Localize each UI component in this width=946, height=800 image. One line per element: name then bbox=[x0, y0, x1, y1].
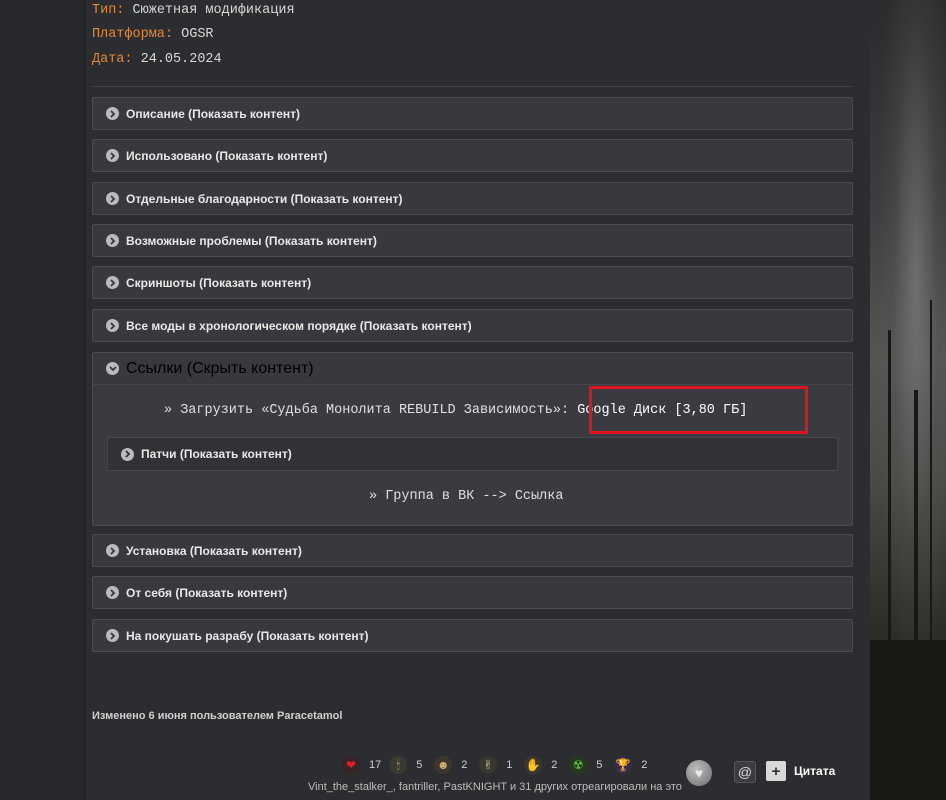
meta-platform-value: OGSR bbox=[181, 27, 214, 42]
meta-date-line: Дата: 24.05.2024 bbox=[92, 52, 222, 67]
meta-type-value: Сюжетная модификация bbox=[132, 3, 295, 18]
reaction-trophy[interactable]: 🏆 2 bbox=[614, 756, 651, 774]
spoiler-label: Патчи (Показать контент) bbox=[141, 447, 292, 461]
gesture-icon: ✋ bbox=[524, 756, 543, 774]
spoiler-label: Все моды в хронологическом порядке (Пока… bbox=[126, 318, 472, 333]
spoiler-thanks[interactable]: Отдельные благодарности (Показать контен… bbox=[92, 182, 853, 215]
spoiler-label: Использовано (Показать контент) bbox=[126, 148, 328, 163]
chevron-right-icon bbox=[106, 234, 119, 247]
divider bbox=[92, 86, 853, 87]
spoiler-header[interactable]: На покушать разрабу (Показать контент) bbox=[93, 620, 852, 651]
spoiler-header[interactable]: Скриншоты (Показать контент) bbox=[93, 267, 852, 298]
hands-icon: ✌ bbox=[479, 756, 498, 774]
trophy-icon: 🏆 bbox=[614, 756, 633, 774]
vk-group-link[interactable]: » Группа в ВК --> Ссылка bbox=[369, 489, 563, 504]
meta-type-label: Тип: bbox=[92, 3, 125, 18]
reaction-count: 1 bbox=[506, 759, 513, 771]
chevron-right-icon bbox=[106, 544, 119, 557]
spoiler-label: Установка (Показать контент) bbox=[126, 543, 302, 558]
spoiler-from-me[interactable]: От себя (Показать контент) bbox=[92, 576, 853, 609]
spoiler-header[interactable]: Все моды в хронологическом порядке (Пока… bbox=[93, 310, 852, 341]
meta-date-label: Дата: bbox=[92, 52, 133, 67]
spoiler-label: Возможные проблемы (Показать контент) bbox=[126, 233, 377, 248]
reaction-count: 2 bbox=[641, 759, 648, 771]
spoiler-header[interactable]: Установка (Показать контент) bbox=[93, 535, 852, 566]
spoiler-install[interactable]: Установка (Показать контент) bbox=[92, 534, 853, 567]
quote-button[interactable]: + Цитата bbox=[766, 761, 835, 781]
spoiler-label: От себя (Показать контент) bbox=[126, 585, 288, 600]
chevron-right-icon bbox=[106, 149, 119, 162]
like-button[interactable]: ♥ bbox=[686, 760, 712, 786]
meta-type-line: Тип: Сюжетная модификация bbox=[92, 3, 295, 18]
heart-icon: ❤ bbox=[342, 756, 360, 774]
spoiler-header[interactable]: Использовано (Показать контент) bbox=[93, 140, 852, 171]
meta-platform-line: Платформа: OGSR bbox=[92, 27, 214, 42]
google-drive-link[interactable]: Google Диск [3,80 ГБ] bbox=[577, 403, 747, 418]
spoiler-label: Скриншоты (Показать контент) bbox=[126, 275, 312, 290]
reaction-hands[interactable]: ✌ 1 bbox=[479, 756, 516, 774]
chevron-down-icon bbox=[106, 362, 119, 375]
reactions-bar: ❤ 17 🕯 5 ☻ 2 ✌ 1 ✋ 2 ☢ 5 🏆 2 bbox=[342, 756, 659, 774]
reacted-by-text[interactable]: Vint_the_stalker_, fantriller, PastKNIGH… bbox=[308, 781, 682, 793]
spoiler-label: Ссылки (Скрыть контент) bbox=[126, 359, 314, 377]
chevron-right-icon bbox=[106, 192, 119, 205]
candle-icon: 🕯 bbox=[389, 756, 408, 774]
reaction-candle[interactable]: 🕯 5 bbox=[389, 756, 426, 774]
reaction-gesture[interactable]: ✋ 2 bbox=[524, 756, 561, 774]
background-artwork bbox=[870, 0, 946, 800]
smile-icon: ☻ bbox=[434, 756, 453, 774]
chevron-right-icon bbox=[106, 319, 119, 332]
reaction-heart[interactable]: ❤ 17 bbox=[342, 756, 381, 774]
spoiler-header[interactable]: Отдельные благодарности (Показать контен… bbox=[93, 183, 852, 214]
heart-outline-icon: ♥ bbox=[694, 765, 704, 781]
reaction-count: 5 bbox=[416, 759, 423, 771]
reaction-smile[interactable]: ☻ 2 bbox=[434, 756, 471, 774]
chevron-right-icon bbox=[106, 276, 119, 289]
spoiler-description[interactable]: Описание (Показать контент) bbox=[92, 97, 853, 130]
chevron-right-icon bbox=[106, 107, 119, 120]
reaction-radiation[interactable]: ☢ 5 bbox=[569, 756, 606, 774]
spoiler-header[interactable]: Описание (Показать контент) bbox=[93, 98, 852, 129]
spoiler-patches[interactable]: Патчи (Показать контент) bbox=[107, 437, 838, 471]
plus-icon: + bbox=[766, 761, 786, 781]
chevron-right-icon bbox=[106, 629, 119, 642]
download-line: » Загрузить «Судьба Монолита REBUILD Зав… bbox=[164, 403, 747, 418]
edited-note: Изменено 6 июня пользователем Paracetamo… bbox=[92, 710, 343, 722]
meta-platform-label: Платформа: bbox=[92, 27, 174, 42]
quote-label: Цитата bbox=[794, 764, 836, 778]
meta-date-value: 24.05.2024 bbox=[140, 52, 222, 67]
spoiler-header[interactable]: От себя (Показать контент) bbox=[93, 577, 852, 608]
radiation-icon: ☢ bbox=[569, 756, 588, 774]
spoiler-header[interactable]: Возможные проблемы (Показать контент) bbox=[93, 225, 852, 256]
spoiler-label: На покушать разрабу (Показать контент) bbox=[126, 628, 369, 643]
spoiler-donate[interactable]: На покушать разрабу (Показать контент) bbox=[92, 619, 853, 652]
spoiler-screenshots[interactable]: Скриншоты (Показать контент) bbox=[92, 266, 853, 299]
chevron-right-icon bbox=[121, 447, 134, 461]
spoiler-label: Отдельные благодарности (Показать контен… bbox=[126, 191, 403, 206]
mention-button[interactable]: @ bbox=[734, 761, 756, 783]
chevron-right-icon bbox=[106, 586, 119, 599]
spoiler-header[interactable]: Ссылки (Скрыть контент) bbox=[93, 353, 852, 385]
left-gutter bbox=[0, 0, 85, 800]
reaction-count: 5 bbox=[596, 759, 603, 771]
reaction-count: 2 bbox=[461, 759, 468, 771]
spoiler-label: Описание (Показать контент) bbox=[126, 106, 301, 121]
spoiler-all-mods[interactable]: Все моды в хронологическом порядке (Пока… bbox=[92, 309, 853, 342]
reaction-count: 17 bbox=[369, 759, 382, 771]
reaction-count: 2 bbox=[551, 759, 558, 771]
spoiler-used[interactable]: Использовано (Показать контент) bbox=[92, 139, 853, 172]
download-prefix: » Загрузить «Судьба Монолита REBUILD Зав… bbox=[164, 403, 570, 418]
spoiler-problems[interactable]: Возможные проблемы (Показать контент) bbox=[92, 224, 853, 257]
